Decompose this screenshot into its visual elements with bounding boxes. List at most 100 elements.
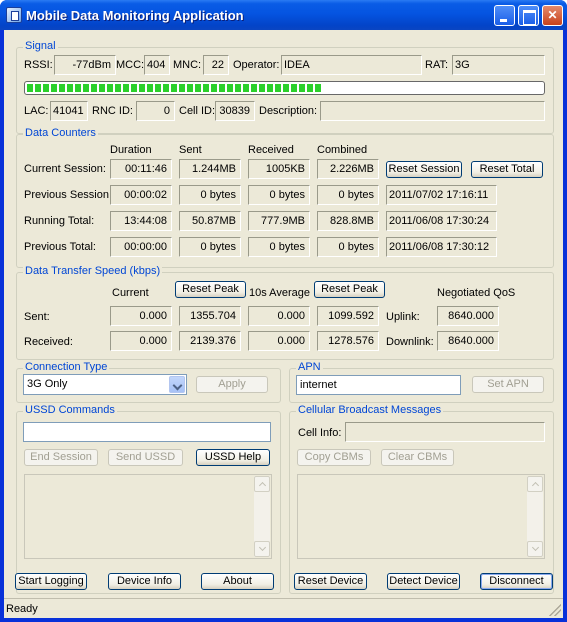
reset-peak-button[interactable]: Reset Peak xyxy=(175,281,246,298)
reset-average-peak-button[interactable]: Reset Peak xyxy=(314,281,385,298)
ussd-legend: USSD Commands xyxy=(23,404,117,416)
current-speed-header: Current xyxy=(112,287,149,299)
lac-label: LAC: xyxy=(24,105,49,117)
received-current-speed: 0.000 xyxy=(110,331,172,351)
chevron-down-icon[interactable] xyxy=(169,376,185,393)
previous-total-received: 0 bytes xyxy=(248,237,310,257)
scroll-down-icon[interactable] xyxy=(527,541,543,557)
row-label: Previous Total: xyxy=(24,241,96,253)
sent-average-speed: 0.000 xyxy=(248,306,310,326)
resize-grip-icon[interactable] xyxy=(549,604,561,616)
copy-cbms-button[interactable]: Copy CBMs xyxy=(297,449,371,466)
device-info-button[interactable]: Device Info xyxy=(108,573,181,590)
connection-type-value: 3G Only xyxy=(27,378,68,390)
current-duration: 00:11:46 xyxy=(110,159,172,179)
header-sent: Sent xyxy=(179,144,202,156)
rnc-label: RNC ID: xyxy=(92,105,133,117)
scroll-down-icon[interactable] xyxy=(254,541,270,557)
row-label: Current Session: xyxy=(24,163,106,175)
ussd-input[interactable] xyxy=(23,422,271,442)
uplink-qos: 8640.000 xyxy=(437,306,499,326)
header-duration: Duration xyxy=(110,144,152,156)
scroll-up-icon[interactable] xyxy=(527,476,543,492)
header-received: Received xyxy=(248,144,294,156)
qos-header: Negotiated QoS xyxy=(437,287,516,299)
cell-id-label: Cell ID: xyxy=(179,105,216,117)
clear-cbms-button[interactable]: Clear CBMs xyxy=(381,449,454,466)
rnc-value: 0 xyxy=(136,101,175,121)
scroll-up-icon[interactable] xyxy=(254,476,270,492)
signal-strength-fill xyxy=(27,84,321,92)
cell-info-label: Cell Info: xyxy=(298,427,342,439)
cell-id-value: 30839 xyxy=(215,101,255,121)
previous-session-duration: 00:00:02 xyxy=(110,185,172,205)
cbm-legend: Cellular Broadcast Messages xyxy=(296,404,444,416)
apn-legend: APN xyxy=(296,361,323,373)
maximize-icon[interactable] xyxy=(518,5,539,26)
sent-average-peak-speed: 1099.592 xyxy=(317,306,379,326)
data-speed-legend: Data Transfer Speed (kbps) xyxy=(23,265,163,277)
apply-button[interactable]: Apply xyxy=(196,376,268,393)
end-session-button[interactable]: End Session xyxy=(24,449,98,466)
running-total-received: 777.9MB xyxy=(248,211,310,231)
signal-legend: Signal xyxy=(23,40,58,52)
uplink-label: Uplink: xyxy=(386,311,420,323)
status-text: Ready xyxy=(6,603,38,615)
description-label: Description: xyxy=(259,105,318,117)
average-speed-header: 10s Average xyxy=(249,287,310,299)
downlink-label: Downlink: xyxy=(386,336,434,348)
window-frame xyxy=(0,618,567,622)
current-sent: 1.244MB xyxy=(179,159,241,179)
reset-session-button[interactable]: Reset Session xyxy=(386,161,462,178)
row-label: Running Total: xyxy=(24,215,95,227)
send-ussd-button[interactable]: Send USSD xyxy=(108,449,183,466)
downlink-qos: 8640.000 xyxy=(437,331,499,351)
cbm-scrollbar[interactable] xyxy=(527,476,543,557)
header-combined: Combined xyxy=(317,144,368,156)
close-icon[interactable]: ✕ xyxy=(542,5,563,26)
detect-device-button[interactable]: Detect Device xyxy=(387,573,460,590)
sent-current-speed: 0.000 xyxy=(110,306,172,326)
running-total-sent: 50.87MB xyxy=(179,211,241,231)
current-received: 1005KB xyxy=(248,159,310,179)
set-apn-button[interactable]: Set APN xyxy=(472,376,544,393)
reset-device-button[interactable]: Reset Device xyxy=(294,573,367,590)
client-area: Signal RSSI: -77dBm MCC: 404 MNC: 22 Ope… xyxy=(4,30,563,618)
ussd-scrollbar[interactable] xyxy=(254,476,270,557)
connection-type-select[interactable]: 3G Only xyxy=(23,374,187,395)
mnc-value: 22 xyxy=(203,55,229,75)
cbm-messages-area[interactable] xyxy=(297,474,545,559)
mnc-label: MNC: xyxy=(173,59,202,71)
status-bar: Ready xyxy=(4,598,563,618)
rat-value: 3G xyxy=(452,55,545,75)
minimize-icon[interactable] xyxy=(494,5,515,26)
previous-total-duration: 00:00:00 xyxy=(110,237,172,257)
about-button[interactable]: About xyxy=(201,573,274,590)
previous-session-sent: 0 bytes xyxy=(179,185,241,205)
mcc-value: 404 xyxy=(144,55,170,75)
operator-label: Operator: xyxy=(233,59,280,71)
previous-session-received: 0 bytes xyxy=(248,185,310,205)
row-label: Previous Session: xyxy=(24,189,113,201)
ussd-response-area[interactable] xyxy=(24,474,272,559)
signal-strength-bar xyxy=(24,81,545,95)
title-bar[interactable]: Mobile Data Monitoring Application ✕ xyxy=(0,0,567,30)
apn-input[interactable]: internet xyxy=(296,375,461,395)
start-logging-button[interactable]: Start Logging xyxy=(15,573,87,590)
running-total-combined: 828.8MB xyxy=(317,211,379,231)
disconnect-button[interactable]: Disconnect xyxy=(480,573,553,590)
rat-label: RAT: xyxy=(425,59,449,71)
cell-info-value xyxy=(345,422,545,442)
running-total-date: 2011/06/08 17:30:24 xyxy=(386,211,497,231)
rssi-value: -77dBm xyxy=(54,55,116,75)
previous-total-combined: 0 bytes xyxy=(317,237,379,257)
operator-value: IDEA xyxy=(281,55,422,75)
window-title: Mobile Data Monitoring Application xyxy=(26,8,244,23)
ussd-help-button[interactable]: USSD Help xyxy=(196,449,270,466)
app-icon xyxy=(6,7,22,23)
rssi-label: RSSI: xyxy=(24,59,53,71)
sent-peak-speed: 1355.704 xyxy=(179,306,241,326)
previous-total-sent: 0 bytes xyxy=(179,237,241,257)
reset-total-button[interactable]: Reset Total xyxy=(471,161,543,178)
sent-speed-label: Sent: xyxy=(24,311,50,323)
